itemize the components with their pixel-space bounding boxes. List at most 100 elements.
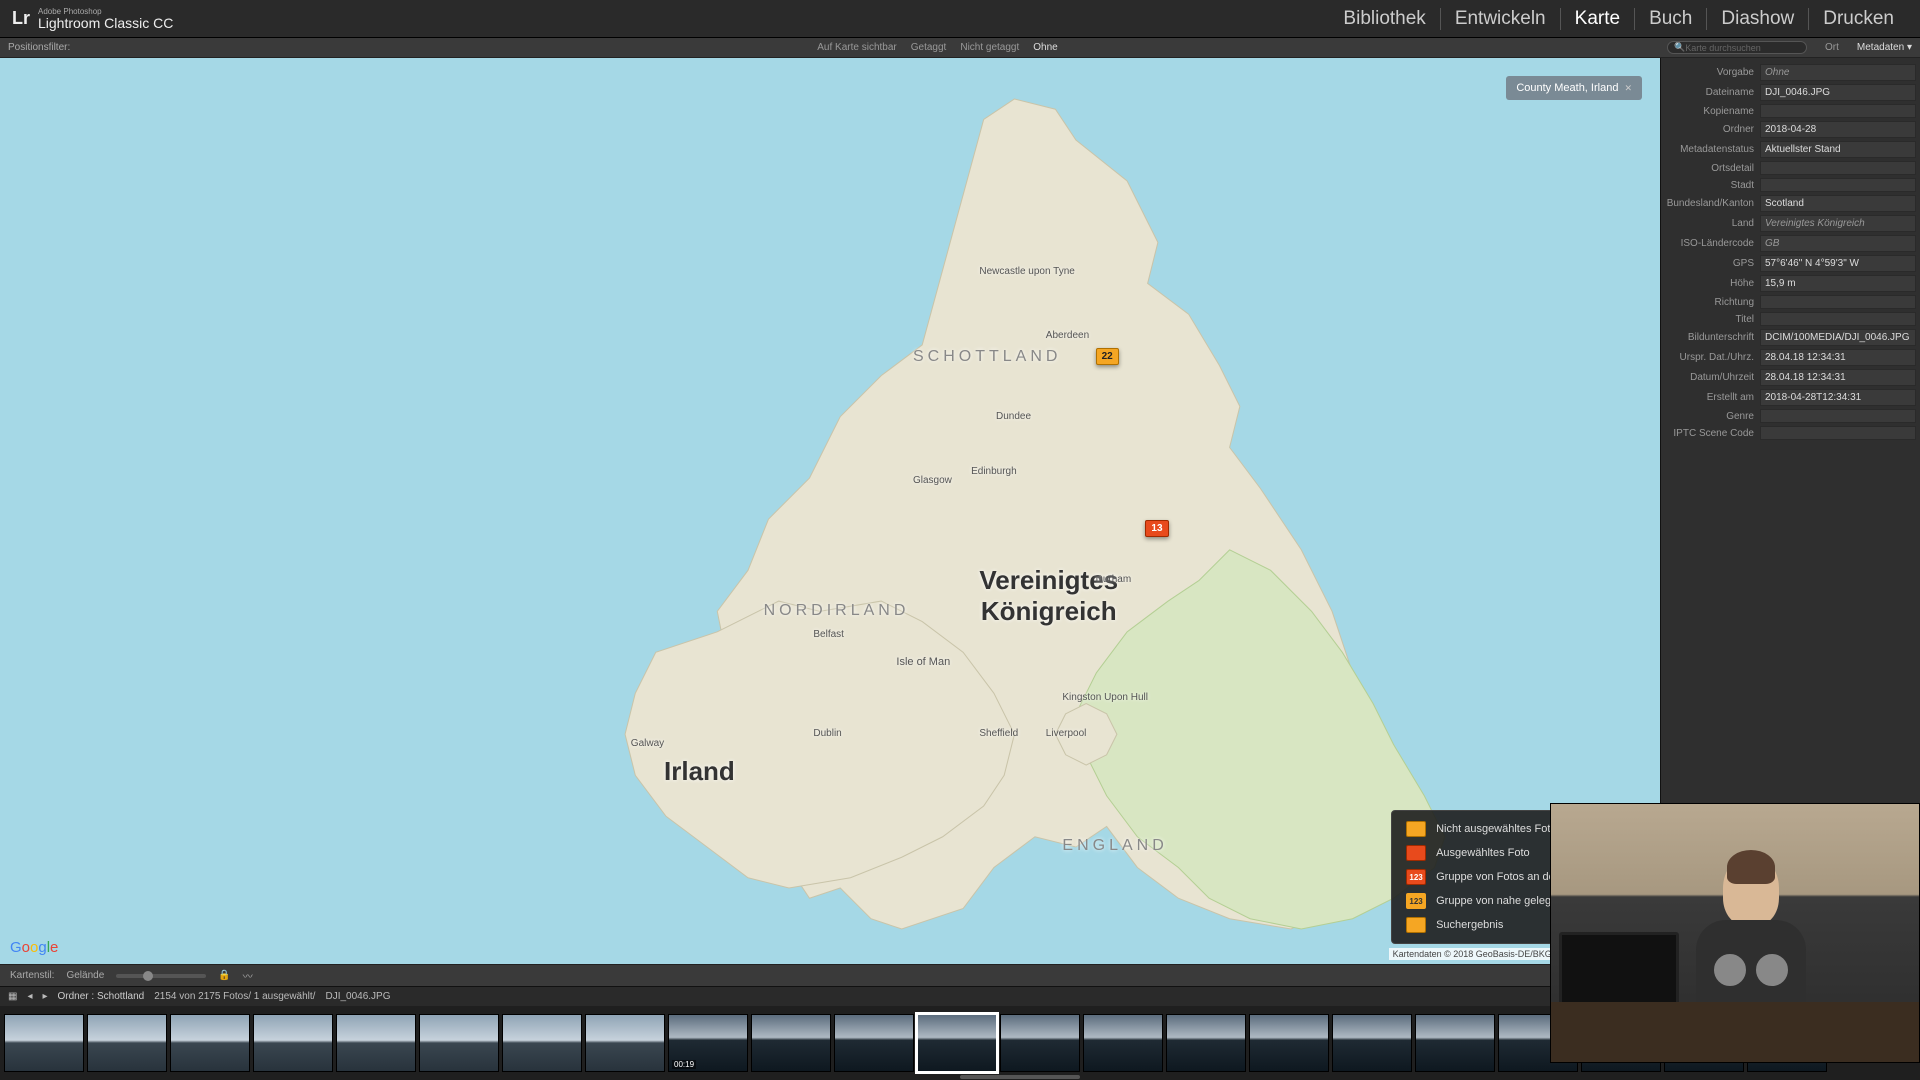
thumbnail[interactable] <box>253 1014 333 1072</box>
metadata-key: Erstellt am <box>1665 392 1760 403</box>
metadata-value[interactable]: GB <box>1760 235 1916 252</box>
thumbnail[interactable] <box>336 1014 416 1072</box>
thumbnail[interactable] <box>917 1014 997 1072</box>
metadata-preset-dropdown[interactable]: Metadaten ▾ <box>1857 42 1912 53</box>
legend-marker-group-icon: 123 <box>1406 869 1426 885</box>
filter-visible[interactable]: Auf Karte sichtbar <box>817 42 896 53</box>
nav-back-icon[interactable]: ◂ <box>27 991 32 1002</box>
module-bibliothek[interactable]: Bibliothek <box>1329 8 1440 30</box>
metadata-row: IPTC Scene Code <box>1665 426 1916 440</box>
thumbnail[interactable] <box>419 1014 499 1072</box>
metadata-value[interactable]: DCIM/100MEDIA/DJI_0046.JPG <box>1760 329 1916 346</box>
module-karte[interactable]: Karte <box>1561 8 1635 30</box>
map-style-label: Kartenstil: <box>10 970 54 981</box>
map-style-value[interactable]: Gelände <box>66 970 104 981</box>
metadata-key: GPS <box>1665 258 1760 269</box>
metadata-value[interactable]: 57°6'46" N 4°59'3" W <box>1760 255 1916 272</box>
legend-marker-unselected-icon <box>1406 821 1426 837</box>
metadata-key: Dateiname <box>1665 87 1760 98</box>
thumbnail[interactable] <box>585 1014 665 1072</box>
map-search-input[interactable]: 🔍 Karte durchsuchen <box>1667 41 1807 54</box>
metadata-key: Stadt <box>1665 180 1760 191</box>
module-drucken[interactable]: Drucken <box>1809 8 1908 30</box>
metadata-key: Land <box>1665 218 1760 229</box>
map-marker[interactable]: 22 <box>1096 348 1119 365</box>
legend-label: Nicht ausgewähltes Foto <box>1436 823 1556 835</box>
map-canvas[interactable]: Vereinigtes Königreich Irland NORDIRLAND… <box>0 58 1660 964</box>
metadata-value[interactable] <box>1760 161 1916 175</box>
metadata-row: Titel <box>1665 312 1916 326</box>
metadata-row: Urspr. Dat./Uhrz.28.04.18 12:34:31 <box>1665 349 1916 366</box>
map-panel: Vereinigtes Königreich Irland NORDIRLAND… <box>0 58 1660 986</box>
filmstrip-scrollbar[interactable] <box>960 1075 1080 1079</box>
thumbnail[interactable] <box>1083 1014 1163 1072</box>
metadata-key: Vorgabe <box>1665 67 1760 78</box>
app-logo: Lr Adobe Photoshop Lightroom Classic CC <box>12 8 173 30</box>
metadata-row: Richtung <box>1665 295 1916 309</box>
legend-marker-selected-icon <box>1406 845 1426 861</box>
thumbnail[interactable] <box>1415 1014 1495 1072</box>
metadata-key: Metadatenstatus <box>1665 144 1760 155</box>
metadata-value[interactable] <box>1760 178 1916 192</box>
title-bar: Lr Adobe Photoshop Lightroom Classic CC … <box>0 0 1920 38</box>
metadata-value[interactable] <box>1760 295 1916 309</box>
ort-dropdown[interactable]: Ort <box>1825 42 1839 53</box>
webcam-overlay <box>1550 803 1920 1063</box>
thumbnail[interactable] <box>170 1014 250 1072</box>
metadata-value[interactable]: Aktuellster Stand <box>1760 141 1916 158</box>
current-file: DJI_0046.JPG <box>325 991 390 1002</box>
metadata-key: ISO-Ländercode <box>1665 238 1760 249</box>
metadata-value[interactable]: 28.04.18 12:34:31 <box>1760 349 1916 366</box>
thumbnail[interactable] <box>751 1014 831 1072</box>
thumbnail[interactable] <box>87 1014 167 1072</box>
filter-tagged[interactable]: Getaggt <box>911 42 947 53</box>
metadata-value[interactable]: 28.04.18 12:34:31 <box>1760 369 1916 386</box>
app-name: Lightroom Classic CC <box>38 16 173 30</box>
metadata-value[interactable] <box>1760 312 1916 326</box>
filter-untagged[interactable]: Nicht getaggt <box>960 42 1019 53</box>
metadata-value[interactable]: 2018-04-28T12:34:31 <box>1760 389 1916 406</box>
thumbnail[interactable] <box>4 1014 84 1072</box>
thumbnail[interactable] <box>502 1014 582 1072</box>
nav-fwd-icon[interactable]: ▸ <box>42 991 47 1002</box>
filter-none[interactable]: Ohne <box>1033 42 1057 53</box>
grid-view-icon[interactable]: ▦ <box>8 991 17 1002</box>
module-buch[interactable]: Buch <box>1635 8 1707 30</box>
location-chip-label: County Meath, Irland <box>1516 82 1618 94</box>
metadata-row: Ordner2018-04-28 <box>1665 121 1916 138</box>
lock-icon[interactable]: 🔒 <box>218 970 230 981</box>
module-entwickeln[interactable]: Entwickeln <box>1441 8 1561 30</box>
metadata-key: Bundesland/Kanton <box>1665 198 1760 209</box>
metadata-value[interactable] <box>1760 426 1916 440</box>
metadata-key: Höhe <box>1665 278 1760 289</box>
thumbnail[interactable] <box>834 1014 914 1072</box>
thumbnail[interactable] <box>1249 1014 1329 1072</box>
metadata-value[interactable]: Vereinigtes Königreich <box>1760 215 1916 232</box>
metadata-key: Genre <box>1665 411 1760 422</box>
legend-label: Suchergebnis <box>1436 919 1503 931</box>
thumbnail[interactable]: 00:19 <box>668 1014 748 1072</box>
metadata-value[interactable] <box>1760 409 1916 423</box>
thumbnail[interactable] <box>1166 1014 1246 1072</box>
metadata-key: Ordner <box>1665 124 1760 135</box>
thumbnail[interactable] <box>1332 1014 1412 1072</box>
breadcrumb[interactable]: Ordner : Schottland <box>58 991 145 1002</box>
map-marker[interactable]: 13 <box>1145 520 1168 537</box>
module-diashow[interactable]: Diashow <box>1707 8 1809 30</box>
close-icon[interactable]: ✕ <box>1624 83 1632 94</box>
metadata-value[interactable]: 15,9 m <box>1760 275 1916 292</box>
metadata-value[interactable]: Ohne <box>1760 64 1916 81</box>
zoom-slider[interactable] <box>116 974 206 978</box>
metadata-value[interactable]: 2018-04-28 <box>1760 121 1916 138</box>
metadata-value[interactable] <box>1760 104 1916 118</box>
legend-marker-search-icon <box>1406 917 1426 933</box>
google-logo: Google <box>10 939 58 956</box>
thumbnail[interactable] <box>1000 1014 1080 1072</box>
metadata-row: GPS57°6'46" N 4°59'3" W <box>1665 255 1916 272</box>
location-result-chip[interactable]: County Meath, Irland ✕ <box>1506 76 1642 100</box>
tracklog-icon[interactable]: 〰 <box>243 968 253 983</box>
metadata-value[interactable]: DJI_0046.JPG <box>1760 84 1916 101</box>
metadata-value[interactable]: Scotland <box>1760 195 1916 212</box>
metadata-row: Höhe15,9 m <box>1665 275 1916 292</box>
legend-marker-nearby-icon: 123 <box>1406 893 1426 909</box>
